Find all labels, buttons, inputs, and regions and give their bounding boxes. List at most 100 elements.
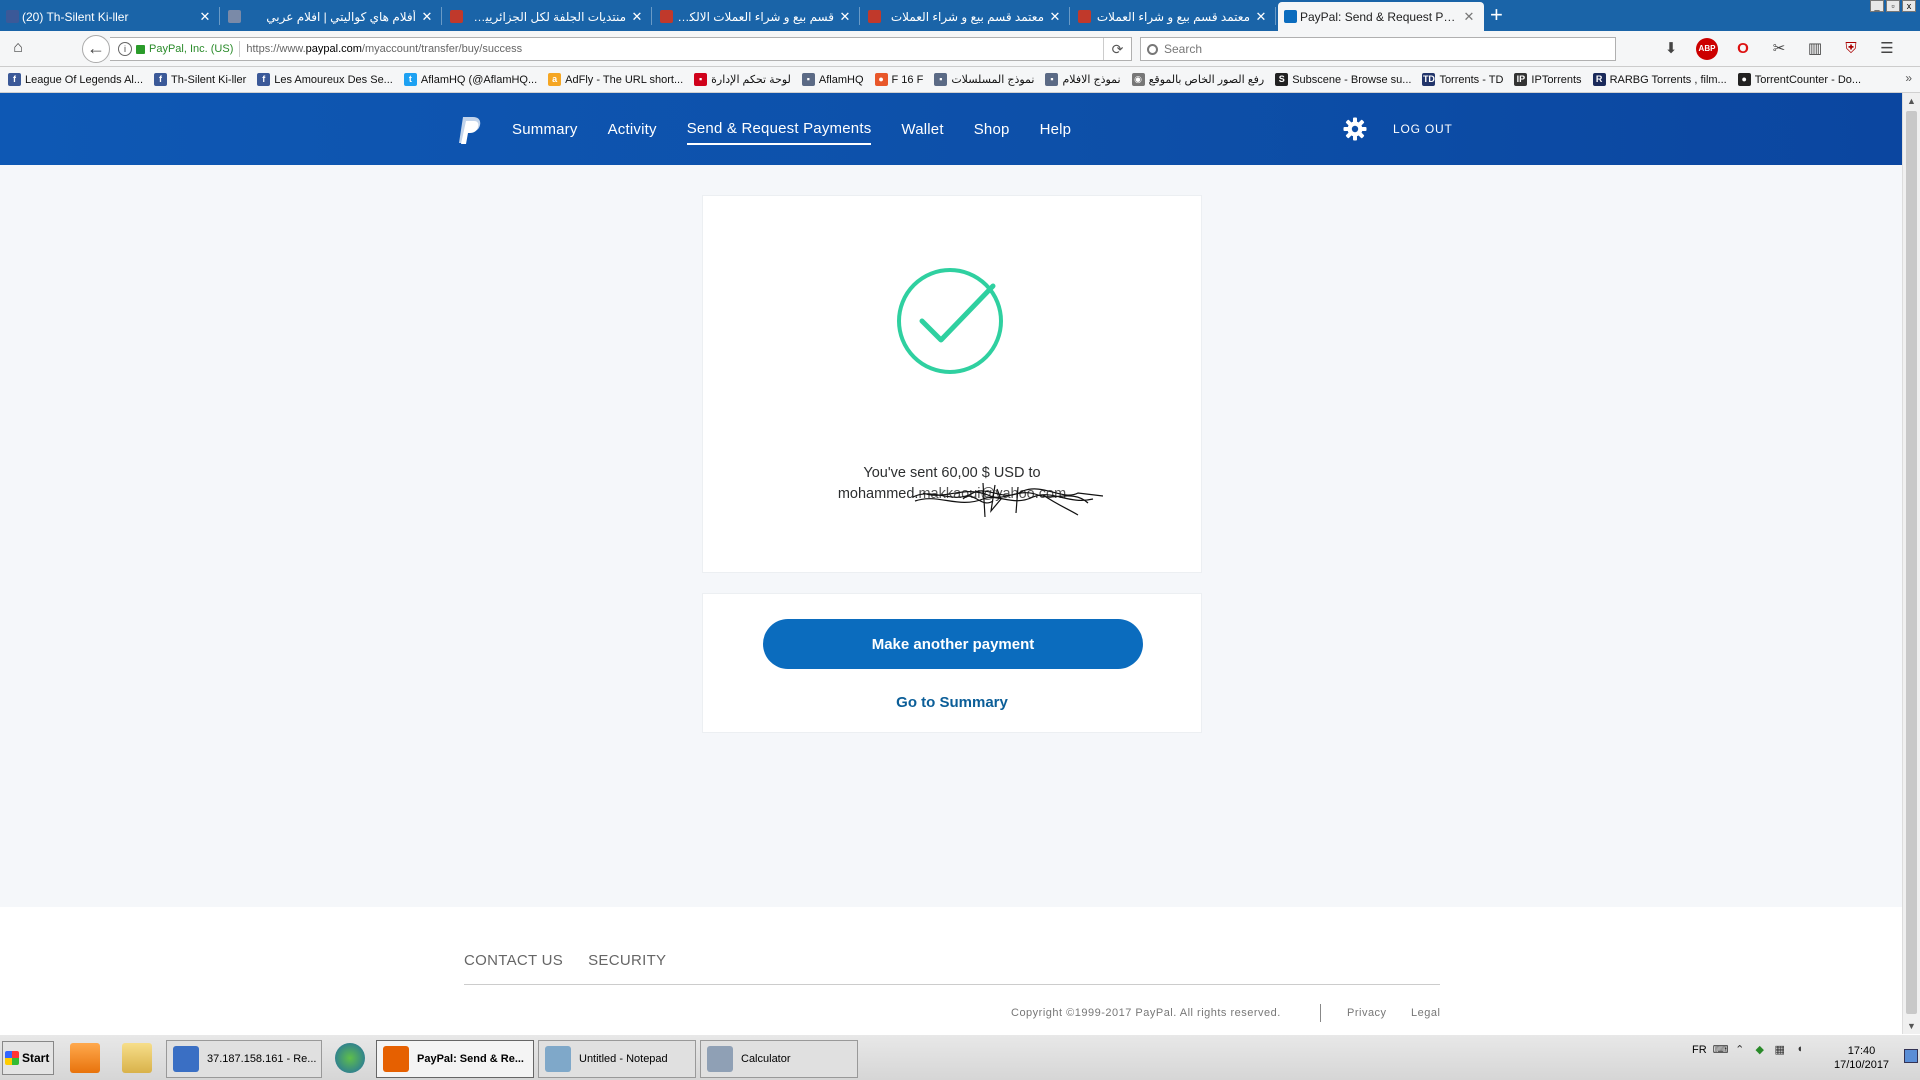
browser-tab[interactable]: أفلام هاي كواليتي | افلام عربي ✕ xyxy=(222,2,442,31)
nav-help[interactable]: Help xyxy=(1040,115,1072,144)
page-scrollbar[interactable]: ▲ ▼ xyxy=(1902,93,1920,1034)
ublock-icon[interactable]: ⛨ xyxy=(1840,38,1862,60)
bookmark-item[interactable]: f Les Amoureux Des Se... xyxy=(257,73,393,86)
scroll-down-icon[interactable]: ▼ xyxy=(1903,1018,1920,1034)
new-tab-button[interactable]: + xyxy=(1490,4,1503,26)
close-tab-icon[interactable]: ✕ xyxy=(630,9,644,25)
search-input[interactable]: Search xyxy=(1140,37,1616,61)
maximize-button[interactable]: ▫ xyxy=(1886,0,1900,12)
contact-us-link[interactable]: CONTACT US xyxy=(464,952,563,969)
minimize-button[interactable]: _ xyxy=(1870,0,1884,12)
bookmark-item[interactable]: TD Torrents - TD xyxy=(1422,73,1503,86)
nav-activity[interactable]: Activity xyxy=(608,115,657,144)
bookmark-favicon-icon: ▪ xyxy=(1045,73,1059,86)
close-tab-icon[interactable]: ✕ xyxy=(838,9,852,25)
bookmark-label: Subscene - Browse su... xyxy=(1292,73,1412,86)
volume-icon[interactable]: ◖ xyxy=(1793,1043,1807,1057)
url-bar[interactable]: i PayPal, Inc. (US) https://www. paypal.… xyxy=(110,37,1132,61)
bookmark-item[interactable]: IP IPTorrents xyxy=(1514,73,1582,86)
taskbar-window-button[interactable]: Calculator xyxy=(700,1040,858,1078)
bookmark-favicon-icon: ▪ xyxy=(694,73,708,86)
network-icon[interactable]: ▦ xyxy=(1773,1043,1787,1057)
keyboard-icon[interactable]: ⌨ xyxy=(1713,1043,1729,1057)
settings-gear-icon[interactable] xyxy=(1343,117,1367,141)
nav-summary[interactable]: Summary xyxy=(512,115,578,144)
download-icon[interactable]: ⬇ xyxy=(1660,38,1682,60)
privacy-link[interactable]: Privacy xyxy=(1347,1007,1387,1019)
bookmark-item[interactable]: a AdFly - The URL short... xyxy=(548,73,683,86)
system-clock[interactable]: 17:40 17/10/2017 xyxy=(1834,1044,1889,1072)
tray-expand-icon[interactable]: ⌃ xyxy=(1733,1043,1747,1057)
shield-tray-icon[interactable]: ◆ xyxy=(1753,1043,1767,1057)
taskbar-window-button[interactable]: 37.187.158.161 - Re... xyxy=(166,1040,322,1078)
scroll-up-icon[interactable]: ▲ xyxy=(1903,93,1920,109)
bookmark-item[interactable]: ● TorrentCounter - Do... xyxy=(1737,73,1861,86)
bookmark-favicon-icon: ● xyxy=(874,73,888,86)
screenshot-icon[interactable]: ✂ xyxy=(1768,38,1790,60)
nav-shop[interactable]: Shop xyxy=(974,115,1010,144)
forum-icon xyxy=(868,10,881,23)
notepad-icon xyxy=(545,1046,571,1072)
bookmark-item[interactable]: R RARBG Torrents , film... xyxy=(1592,73,1727,86)
home-icon[interactable]: ⌂ xyxy=(8,39,28,59)
adblock-icon[interactable]: ABP xyxy=(1696,38,1718,60)
bookmark-label: Les Amoureux Des Se... xyxy=(274,73,393,86)
go-to-summary-link[interactable]: Go to Summary xyxy=(703,694,1201,711)
bookmark-item[interactable]: f Th-Silent Ki-ller xyxy=(154,73,246,86)
facebook-icon xyxy=(6,10,19,23)
language-indicator[interactable]: FR xyxy=(1692,1044,1707,1056)
bookmark-item[interactable]: ◉ رفع الصور الخاص بالموقع xyxy=(1131,73,1264,86)
browser-tab[interactable]: منتديات الجلفة لكل الجزائريين و ا ✕ xyxy=(444,2,652,31)
bookmarks-more-button[interactable]: » xyxy=(1905,71,1912,85)
browser-tab[interactable]: معتمد قسم بيع و شراء العملات ✕ xyxy=(862,2,1070,31)
bookmark-label: Torrents - TD xyxy=(1439,73,1504,86)
site-identity[interactable]: PayPal, Inc. (US) xyxy=(149,43,233,55)
scroll-thumb[interactable] xyxy=(1906,111,1917,1014)
taskbar-window-button[interactable]: PayPal: Send & Re... xyxy=(376,1040,534,1078)
nav-wallet[interactable]: Wallet xyxy=(901,115,943,144)
bookmark-item[interactable]: ▪ نموذج المسلسلات xyxy=(934,73,1034,86)
close-tab-icon[interactable]: ✕ xyxy=(1254,9,1268,25)
bookmark-item[interactable]: f League Of Legends Al... xyxy=(8,73,143,86)
browser-tab[interactable]: قسم بيع و شراء العملات الالكترو ✕ xyxy=(654,2,860,31)
bookmark-item[interactable]: S Subscene - Browse su... xyxy=(1275,73,1411,86)
bookmark-item[interactable]: ▪ AflamHQ xyxy=(801,73,864,86)
nav-send-request-payments[interactable]: Send & Request Payments xyxy=(686,114,872,145)
close-tab-icon[interactable]: ✕ xyxy=(420,9,434,25)
taskbar-window-button[interactable]: Untitled - Notepad xyxy=(538,1040,696,1078)
security-link[interactable]: SECURITY xyxy=(588,952,666,969)
windows-taskbar: Start 37.187.158.161 - Re... PayPal: Send… xyxy=(0,1034,1920,1080)
start-label: Start xyxy=(22,1051,50,1065)
show-desktop-button[interactable] xyxy=(1904,1049,1918,1063)
bookmark-item[interactable]: ▪ نموذج الافلام xyxy=(1045,73,1121,86)
sidebar-icon[interactable]: ▥ xyxy=(1804,38,1826,60)
browser-tab[interactable]: (20) Th-Silent Ki-ller ✕ xyxy=(0,2,220,31)
close-tab-icon[interactable]: ✕ xyxy=(1048,9,1062,25)
bookmark-favicon-icon: f xyxy=(257,73,271,86)
bookmark-item[interactable]: ▪ لوحة تحكم الإدارة xyxy=(694,73,791,86)
footer-vertical-divider xyxy=(1320,1004,1321,1022)
internet-download-manager-icon[interactable] xyxy=(335,1043,365,1073)
bookmark-item[interactable]: ● F 16 F xyxy=(874,73,923,86)
site-info-icon[interactable]: i xyxy=(118,42,132,56)
menu-icon[interactable]: ☰ xyxy=(1876,38,1898,60)
legal-link[interactable]: Legal xyxy=(1411,1007,1440,1019)
browser-tab[interactable]: معتمد قسم بيع و شراء العملات ✕ xyxy=(1072,2,1276,31)
browser-tab-bar: (20) Th-Silent Ki-ller ✕ أفلام هاي كواليتي… xyxy=(0,0,1920,31)
bookmark-label: AflamHQ (@AflamHQ... xyxy=(420,73,538,86)
back-button[interactable]: ← xyxy=(82,35,110,63)
opera-icon[interactable]: O xyxy=(1732,38,1754,60)
reload-icon[interactable]: ⟳ xyxy=(1103,38,1131,60)
bookmark-item[interactable]: t AflamHQ (@AflamHQ... xyxy=(403,73,538,86)
close-tab-icon[interactable]: ✕ xyxy=(1462,9,1476,25)
paypal-logo-icon[interactable] xyxy=(457,115,483,145)
close-window-button[interactable]: x xyxy=(1902,0,1916,12)
file-explorer-icon[interactable] xyxy=(122,1043,152,1073)
start-button[interactable]: Start xyxy=(2,1041,54,1075)
make-another-payment-button[interactable]: Make another payment xyxy=(763,619,1143,669)
browser-tab[interactable]: PayPal: Send & Request Payme ✕ xyxy=(1278,2,1484,31)
close-tab-icon[interactable]: ✕ xyxy=(198,9,212,25)
logout-link[interactable]: LOG OUT xyxy=(1393,122,1453,136)
bookmark-label: League Of Legends Al... xyxy=(25,73,144,86)
media-player-icon[interactable] xyxy=(70,1043,100,1073)
